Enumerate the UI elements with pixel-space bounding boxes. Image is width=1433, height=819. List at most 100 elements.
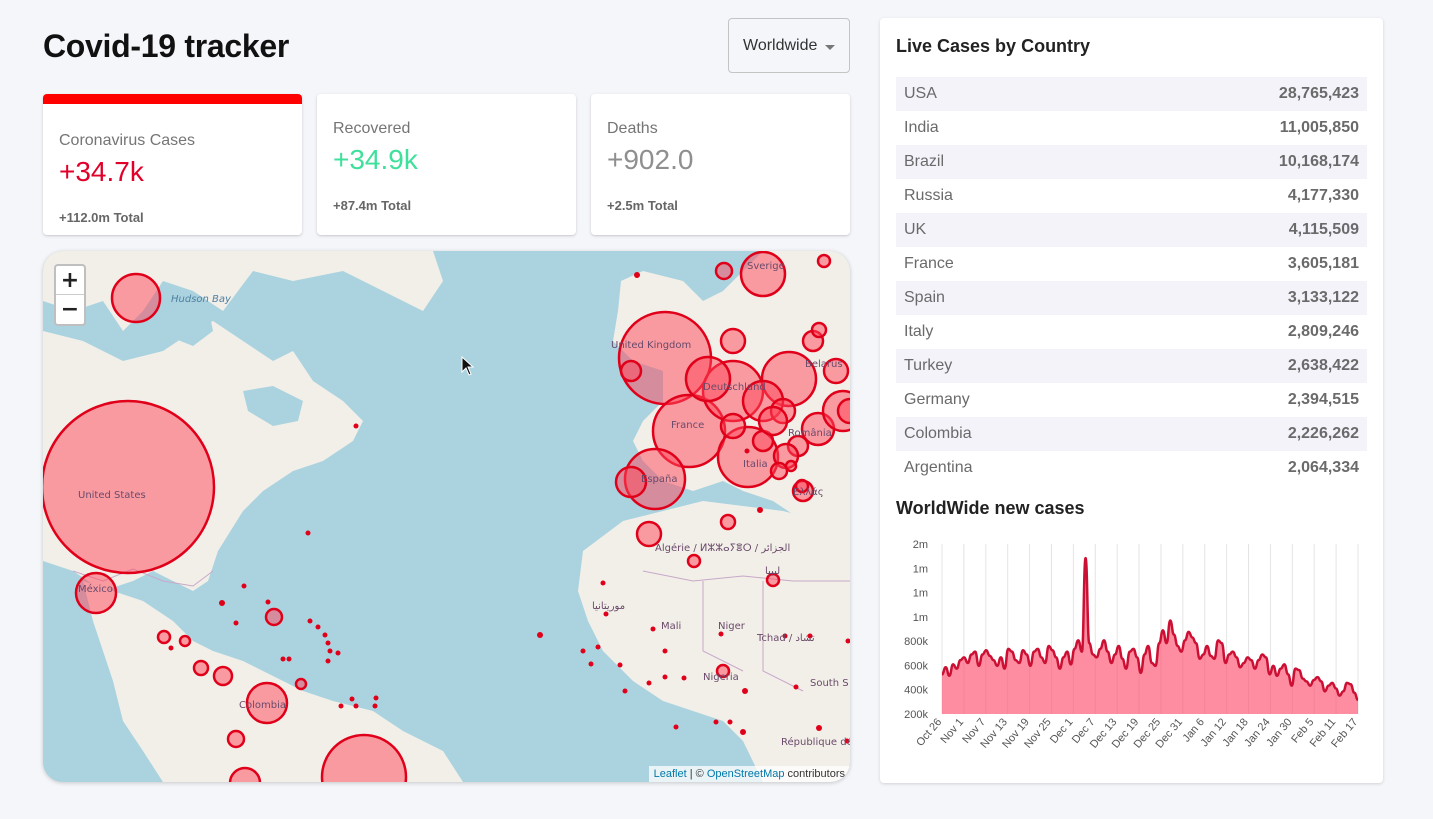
table-row: India 11,005,850 xyxy=(896,111,1367,145)
country-name: Argentina xyxy=(904,459,973,476)
map-label: South S xyxy=(810,678,849,689)
live-cases-table: USA 28,765,423 India 11,005,850 Brazil 10,1… xyxy=(896,77,1367,485)
leaflet-link[interactable]: Leaflet xyxy=(654,768,687,780)
stat-card-title: Recovered xyxy=(333,120,411,137)
chevron-down-icon xyxy=(825,45,835,50)
table-row: France 3,605,181 xyxy=(896,247,1367,281)
chart-canvas: 2m1m1m1m800k600k400k200kOct 26Nov 1Nov 7… xyxy=(904,539,1360,751)
stat-card-value: +34.7k xyxy=(59,156,144,187)
map-label: United Kingdom xyxy=(611,340,691,351)
map-label: Belarus xyxy=(805,359,843,370)
y-tick-label: 200k xyxy=(904,709,928,721)
stat-card-cases[interactable]: Coronavirus Cases +34.7k +112.0m Total xyxy=(43,94,302,235)
country-cases: 2,064,334 xyxy=(1287,459,1359,476)
country-cases: 3,605,181 xyxy=(1287,255,1359,272)
table-row: Argentina 2,064,334 xyxy=(896,451,1367,485)
map-label: Deutschland xyxy=(703,382,766,393)
chart-area xyxy=(942,558,1358,714)
map-label: Ελλάς xyxy=(793,486,824,498)
zoom-control: + − xyxy=(54,264,86,326)
x-tick-label: Oct 26 xyxy=(914,716,944,749)
country-name: Russia xyxy=(904,187,953,204)
country-name: UK xyxy=(904,221,927,238)
map-label: Nigeria xyxy=(703,672,739,683)
mouse-cursor-icon xyxy=(461,356,475,376)
country-cases: 2,809,246 xyxy=(1287,323,1359,340)
y-tick-label: 1m xyxy=(913,612,928,624)
stat-card-deaths[interactable]: Deaths +902.0 +2.5m Total xyxy=(591,94,850,235)
country-name: Turkey xyxy=(904,357,953,374)
y-tick-label: 600k xyxy=(904,660,928,672)
table-row: Spain 3,133,122 xyxy=(896,281,1367,315)
country-cases: 28,765,423 xyxy=(1278,85,1359,102)
map-attribution: Leaflet | © OpenStreetMap contributors xyxy=(648,766,850,782)
map-label: United States xyxy=(78,490,146,501)
map-label: Hudson Bay xyxy=(171,294,232,305)
country-cases: 2,394,515 xyxy=(1287,391,1359,408)
y-tick-label: 800k xyxy=(904,636,928,648)
map-label: México xyxy=(78,583,113,595)
country-name: Brazil xyxy=(904,153,945,170)
stat-card-total: +112.0m Total xyxy=(59,210,144,225)
table-row: UK 4,115,509 xyxy=(896,213,1367,247)
table-row: Russia 4,177,330 xyxy=(896,179,1367,213)
country-name: Spain xyxy=(904,289,945,306)
live-cases-heading: Live Cases by Country xyxy=(896,36,1091,56)
new-cases-heading: WorldWide new cases xyxy=(896,498,1085,518)
attribution-separator: | © xyxy=(686,768,707,780)
table-row: Turkey 2,638,422 xyxy=(896,349,1367,383)
country-name: Italy xyxy=(904,323,934,340)
table-row: Colombia 2,226,262 xyxy=(896,417,1367,451)
x-tick-label: Nov 1 xyxy=(939,716,967,746)
country-cases: 2,226,262 xyxy=(1287,425,1359,442)
country-cases: 4,115,509 xyxy=(1288,221,1359,238)
map-label: Niger xyxy=(718,621,746,632)
stat-card-value: +34.9k xyxy=(333,144,418,175)
stat-card-title: Deaths xyxy=(607,120,658,137)
map-label: Sverige xyxy=(747,261,785,272)
zoom-in-button[interactable]: + xyxy=(56,266,84,295)
stat-card-title: Coronavirus Cases xyxy=(59,132,196,149)
y-tick-label: 1m xyxy=(913,563,928,575)
map-label: République démocratique du Congo xyxy=(781,736,850,748)
table-row: Brazil 10,168,174 xyxy=(896,145,1367,179)
country-name: India xyxy=(904,119,939,136)
table-row: Italy 2,809,246 xyxy=(896,315,1367,349)
stat-card-total: +87.4m Total xyxy=(333,198,412,213)
country-cases: 3,133,122 xyxy=(1287,289,1359,306)
y-tick-label: 2m xyxy=(913,539,928,551)
country-cases: 2,638,422 xyxy=(1287,357,1359,374)
table-row: USA 28,765,423 xyxy=(896,77,1367,111)
new-cases-chart: 2m 1m 1m 1m 800k 600k 400k 200k Oct 26 Nov 1 Nov 7… xyxy=(896,536,1376,781)
map-label: Colombia xyxy=(239,700,286,711)
stat-card-total: +2.5m Total xyxy=(607,198,678,213)
country-name: Colombia xyxy=(904,425,972,442)
app-title: Covid-19 tracker xyxy=(43,28,289,64)
side-panel: Live Cases by Country USA 28,765,423 Indi… xyxy=(880,18,1383,783)
map-label: Tchad / تشاد xyxy=(756,633,815,644)
map-label: France xyxy=(671,420,704,431)
country-name: Germany xyxy=(904,391,970,408)
zoom-out-button[interactable]: − xyxy=(56,295,84,324)
attribution-contributors: contributors xyxy=(784,768,845,780)
y-tick-label: 400k xyxy=(904,685,928,697)
map-label: România xyxy=(788,427,832,439)
map-label: Mali xyxy=(661,621,681,632)
country-name: USA xyxy=(904,85,937,102)
country-select-value: Worldwide xyxy=(743,36,818,54)
country-select[interactable]: Worldwide xyxy=(728,18,850,73)
osm-link[interactable]: OpenStreetMap xyxy=(707,768,785,780)
map-label: ليبيا xyxy=(765,566,780,577)
stat-card-value: +902.0 xyxy=(607,144,694,175)
country-name: France xyxy=(904,255,954,272)
country-cases: 10,168,174 xyxy=(1278,153,1359,170)
map-tiles: Hudson Bay United States México United K… xyxy=(43,251,850,782)
map[interactable]: Hudson Bay United States México United K… xyxy=(43,251,850,782)
map-label: España xyxy=(641,474,677,485)
x-tick-label: Dec 1 xyxy=(1048,716,1076,746)
map-label: موريتانيا xyxy=(592,601,625,612)
country-cases: 11,005,850 xyxy=(1279,119,1359,136)
stat-card-recovered[interactable]: Recovered +34.9k +87.4m Total xyxy=(317,94,576,235)
map-label: Italia xyxy=(743,459,768,470)
table-row: Germany 2,394,515 xyxy=(896,383,1367,417)
